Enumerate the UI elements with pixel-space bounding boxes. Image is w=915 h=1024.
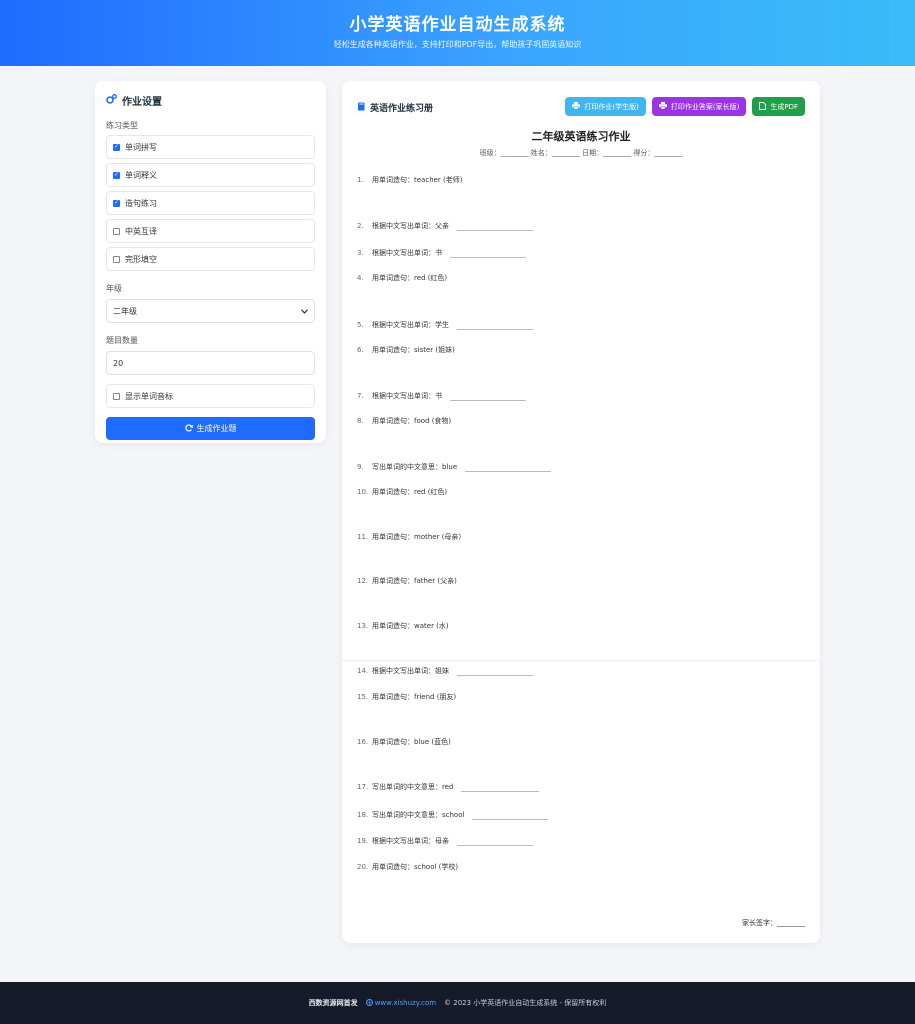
question-count-label: 题目数量 — [106, 336, 138, 345]
question-item: 10. 用单词造句：red (红色) — [357, 488, 448, 496]
question-item: 2. 根据中文写出单词：父亲 — [357, 221, 533, 231]
settings-panel: 作业设置 练习类型 ✓ 单词拼写 ✓ 单词释义 ✓ 造句练习 中英互译 完形填空… — [95, 81, 326, 443]
answer-line[interactable] — [457, 320, 533, 330]
footer-site-name: 西数资源网首发 — [308, 999, 358, 1007]
question-item: 19. 根据中文写出单词：母亲 — [357, 836, 533, 846]
practice-type-label: 练习类型 — [106, 121, 138, 130]
footer-link[interactable]: www.xishuzy.com — [365, 998, 436, 1008]
answer-line[interactable] — [465, 462, 552, 472]
answer-line[interactable] — [472, 810, 549, 820]
grade-select[interactable]: 二年级 — [106, 299, 315, 323]
book-icon — [357, 102, 366, 114]
type-option-cloze[interactable]: 完形填空 — [106, 247, 315, 271]
generate-pdf-button[interactable]: 生成PDF — [752, 97, 805, 116]
question-item: 1. 用单词造句：teacher (老师) — [357, 176, 463, 184]
globe-icon — [365, 998, 373, 1008]
question-item: 5. 根据中文写出单词：学生 — [357, 320, 533, 330]
question-item: 8. 用单词造句：food (食物) — [357, 417, 452, 425]
question-item: 6. 用单词造句：sister (姐妹) — [357, 346, 455, 354]
type-option-sentence[interactable]: ✓ 造句练习 — [106, 191, 315, 215]
question-item: 4. 用单词造句：red (红色) — [357, 274, 448, 282]
type-option-translation[interactable]: 中英互译 — [106, 219, 315, 243]
checkbox-translation[interactable] — [113, 227, 120, 235]
question-count-input[interactable]: 20 — [106, 351, 315, 375]
question-item: 20. 用单词造句：school (学校) — [357, 863, 459, 871]
print-answer-button[interactable]: 打印作业答案(家长版) — [651, 97, 747, 116]
grade-label: 年级 — [106, 284, 122, 293]
settings-title-text: 作业设置 — [122, 97, 162, 108]
question-item: 17. 写出单词的中文意思：red — [357, 782, 540, 792]
checkbox-sentence[interactable]: ✓ — [113, 199, 120, 207]
question-item: 18. 写出单词的中文意思：school — [357, 810, 549, 820]
checkbox-meaning[interactable]: ✓ — [113, 171, 120, 179]
student-info-line: 班级：________ 姓名：________ 日期：________ 得分：_… — [479, 149, 683, 157]
answer-line[interactable] — [457, 221, 533, 231]
pdf-file-icon — [759, 101, 767, 112]
phonetic-option[interactable]: 显示单词音标 — [106, 384, 315, 408]
printer-icon — [658, 102, 667, 111]
workbook-title: 英语作业练习册 — [357, 101, 433, 114]
printer-icon — [572, 102, 581, 111]
question-item: 9. 写出单词的中文意思：blue — [357, 462, 552, 472]
settings-title: 作业设置 — [106, 93, 315, 108]
footer-copyright: © 2023 小学英语作业自动生成系统 - 保留所有权利 — [444, 999, 607, 1007]
app-title: 小学英语作业自动生成系统 — [349, 15, 566, 35]
type-option-meaning[interactable]: ✓ 单词释义 — [106, 163, 315, 187]
refresh-icon — [184, 423, 193, 434]
gears-icon — [106, 94, 117, 107]
workbook-panel: 英语作业练习册 打印作业(学生版) 打印作业答案(家长版) 生成PDF 二年级英… — [342, 81, 820, 943]
answer-line[interactable] — [457, 836, 533, 846]
chevron-down-icon — [301, 307, 308, 316]
question-item: 15. 用单词造句：friend (朋友) — [357, 693, 457, 701]
question-item: 16. 用单词造句：blue (蓝色) — [357, 738, 451, 746]
checkbox-phonetic[interactable] — [113, 392, 120, 400]
answer-line[interactable] — [450, 391, 526, 401]
page-footer: 西数资源网首发 www.xishuzy.com © 2023 小学英语作业自动生… — [0, 982, 915, 1024]
type-option-spelling[interactable]: ✓ 单词拼写 — [106, 135, 315, 159]
checkbox-cloze[interactable] — [113, 255, 120, 263]
question-item: 3. 根据中文写出单词：书 — [357, 248, 526, 258]
document-title: 二年级英语练习作业 — [531, 130, 631, 143]
answer-line[interactable] — [461, 782, 540, 792]
question-item: 14. 根据中文写出单词：姐妹 — [357, 666, 533, 676]
answer-line[interactable] — [457, 666, 533, 676]
checkbox-spelling[interactable]: ✓ — [113, 143, 120, 151]
question-item: 13. 用单词造句：water (水) — [357, 622, 449, 630]
answer-line[interactable] — [450, 248, 526, 258]
print-student-button[interactable]: 打印作业(学生版) — [565, 97, 646, 116]
app-header: 小学英语作业自动生成系统 轻松生成各种英语作业，支持打印和PDF导出，帮助孩子巩… — [0, 0, 915, 66]
generate-button[interactable]: 生成作业题 — [106, 417, 315, 440]
app-subtitle: 轻松生成各种英语作业，支持打印和PDF导出，帮助孩子巩固英语知识 — [333, 40, 582, 49]
parent-signature: 家长签字：________ — [742, 919, 805, 927]
question-item: 12. 用单词造句：father (父亲) — [357, 577, 457, 585]
question-item: 11. 用单词造句：mother (母亲) — [357, 533, 462, 541]
question-item: 7. 根据中文写出单词：书 — [357, 391, 526, 401]
page-divider — [342, 660, 820, 661]
